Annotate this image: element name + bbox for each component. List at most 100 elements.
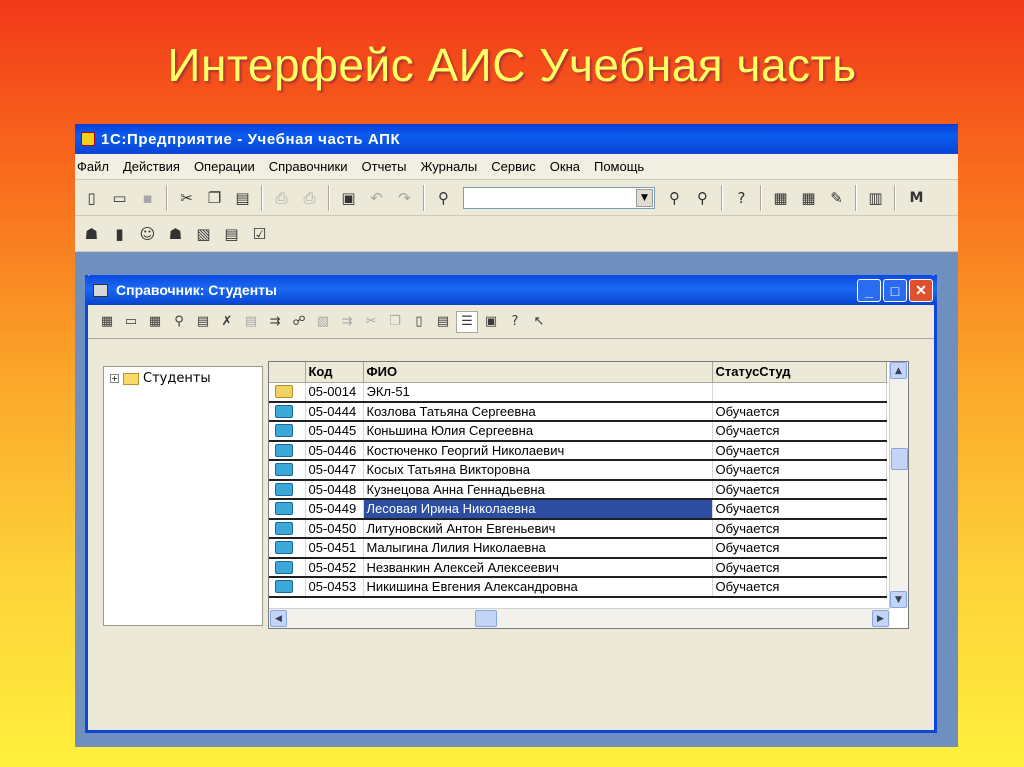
cell-code[interactable]: 05-0453 xyxy=(305,577,364,598)
context-help-icon[interactable]: ↖ xyxy=(528,311,550,333)
cell-fio[interactable]: Лесовая Ирина Николаевна xyxy=(363,499,713,520)
mark-icon[interactable]: ▤ xyxy=(240,311,262,333)
menu-service[interactable]: Сервис xyxy=(484,159,543,174)
scroll-up-button[interactable]: ▲ xyxy=(890,362,907,379)
print-preview-icon[interactable]: ⎙ xyxy=(297,185,322,210)
cell-status[interactable]: Обучается xyxy=(712,440,887,461)
new-item-icon[interactable]: ▦ xyxy=(96,311,118,333)
new-group-icon[interactable]: ▭ xyxy=(120,311,142,333)
teacher-icon[interactable]: ☗ xyxy=(163,221,188,246)
print-icon[interactable]: ⎙ xyxy=(269,185,294,210)
menu-file[interactable]: Файл xyxy=(75,159,116,174)
cell-code[interactable]: 05-0444 xyxy=(305,401,364,422)
redo-icon[interactable]: ↷ xyxy=(392,185,417,210)
search-icon[interactable]: ⚲ xyxy=(168,311,190,333)
horizontal-scroll-thumb[interactable] xyxy=(475,610,497,627)
cell-status[interactable]: Обучается xyxy=(712,518,887,539)
cell-fio[interactable]: Незванкин Алексей Алексеевич xyxy=(363,557,713,578)
table-row[interactable]: 05-0444 Козлова Татьяна Сергеевна Обучаетс… xyxy=(269,401,887,422)
find-prev-icon[interactable]: ⚲ xyxy=(690,185,715,210)
calculator-icon[interactable]: ▦ xyxy=(768,185,793,210)
paste-icon[interactable]: ▤ xyxy=(230,185,255,210)
menu-references[interactable]: Справочники xyxy=(262,159,355,174)
cell-fio[interactable]: Козлова Татьяна Сергеевна xyxy=(363,401,713,422)
cell-fio[interactable]: Малыгина Лилия Николаевна xyxy=(363,538,713,559)
table-row[interactable]: 05-0450 Литуновский Антон Евгеньевич Обуча… xyxy=(269,518,887,539)
filter-clear-icon[interactable]: ✂ xyxy=(360,311,382,333)
cell-fio[interactable]: Коньшина Юлия Сергеевна xyxy=(363,421,713,442)
properties-icon[interactable]: ▣ xyxy=(336,185,361,210)
horizontal-scrollbar[interactable]: ◀ ▶ xyxy=(269,608,890,628)
cell-code[interactable]: 05-0447 xyxy=(305,460,364,481)
edit-icon[interactable]: ✎ xyxy=(824,185,849,210)
cell-code[interactable]: 05-0448 xyxy=(305,479,364,500)
tree-view-icon[interactable]: ☰ xyxy=(456,310,478,333)
checkmark-icon[interactable]: ☑ xyxy=(247,221,272,246)
cell-code[interactable]: 05-0450 xyxy=(305,518,364,539)
calendar-icon[interactable]: ▦ xyxy=(796,185,821,210)
table-row[interactable]: 05-0453 Никишина Евгения Александровна Обу… xyxy=(269,577,887,598)
open-folder-icon[interactable]: ▭ xyxy=(107,185,132,210)
table-row[interactable]: 05-0452 Незванкин Алексей Алексеевич Обуча… xyxy=(269,557,887,578)
cell-fio[interactable]: Костюченко Георгий Николаевич xyxy=(363,440,713,461)
scroll-down-button[interactable]: ▼ xyxy=(890,591,907,608)
table-row[interactable]: 05-0446 Костюченко Георгий Николаевич Обуч… xyxy=(269,440,887,461)
menu-help[interactable]: Помощь xyxy=(587,159,651,174)
menu-windows[interactable]: Окна xyxy=(543,159,587,174)
cell-fio[interactable]: Кузнецова Анна Геннадьевна xyxy=(363,479,713,500)
undo-icon[interactable]: ↶ xyxy=(364,185,389,210)
col-status-header[interactable]: СтатусСтуд xyxy=(712,362,887,383)
col-code-header[interactable]: Код xyxy=(305,362,364,383)
settings-icon[interactable]: ▣ xyxy=(480,311,502,333)
schedule-icon[interactable]: ▧ xyxy=(191,221,216,246)
vertical-scrollbar[interactable]: ▲ ▼ xyxy=(889,362,908,608)
cell-code[interactable]: 05-0449 xyxy=(305,499,364,520)
cell-code[interactable]: 05-0446 xyxy=(305,440,364,461)
close-button[interactable]: ✕ xyxy=(909,279,933,302)
cell-fio[interactable]: Литуновский Антон Евгеньевич xyxy=(363,518,713,539)
table-row[interactable]: 05-0447 Косых Татьяна Викторовна Обучается xyxy=(269,460,887,481)
cell-status[interactable]: Обучается xyxy=(712,421,887,442)
cell-status[interactable]: Обучается xyxy=(712,460,887,481)
cell-code[interactable]: 05-0451 xyxy=(305,538,364,559)
table-row[interactable]: 05-0448 Кузнецова Анна Геннадьевна Обучает… xyxy=(269,479,887,500)
filter-icon[interactable]: ▧ xyxy=(312,311,334,333)
table-row[interactable]: 05-0449 Лесовая Ирина Николаевна Обучается xyxy=(269,499,887,520)
search-combobox[interactable]: ▼ xyxy=(463,186,655,209)
cell-status[interactable]: Обучается xyxy=(712,401,887,422)
smiley-icon[interactable]: ☺ xyxy=(135,221,160,246)
groups-icon[interactable]: ▮ xyxy=(107,221,132,246)
cell-status[interactable]: Обучается xyxy=(712,479,887,500)
cell-status[interactable]: Обучается xyxy=(712,538,887,559)
menu-reports[interactable]: Отчеты xyxy=(355,159,414,174)
delete-item-icon[interactable]: ✗ xyxy=(216,311,238,333)
table-row[interactable]: 05-0445 Коньшина Юлия Сергеевна Обучается xyxy=(269,421,887,442)
move-icon[interactable]: ⇉ xyxy=(264,311,286,333)
app-titlebar[interactable]: 1С:Предприятие - Учебная часть АПК xyxy=(75,124,958,154)
toolbar-overflow-label[interactable]: М xyxy=(904,185,929,210)
edit-item-icon[interactable]: ▤ xyxy=(192,311,214,333)
save-icon[interactable]: ▪ xyxy=(135,185,160,210)
cell-code[interactable]: 05-0445 xyxy=(305,421,364,442)
expand-icon[interactable]: + xyxy=(110,374,119,383)
minimize-button[interactable]: _ xyxy=(857,279,881,302)
menu-actions[interactable]: Действия xyxy=(116,159,187,174)
cell-fio[interactable]: ЭКл-51 xyxy=(363,382,713,403)
document-icon[interactable]: ▯ xyxy=(408,311,430,333)
table-icon[interactable]: ▤ xyxy=(219,221,244,246)
scroll-right-button[interactable]: ▶ xyxy=(872,610,889,627)
menu-journals[interactable]: Журналы xyxy=(413,159,484,174)
scroll-left-button[interactable]: ◀ xyxy=(270,610,287,627)
cell-code[interactable]: 05-0014 xyxy=(305,382,364,403)
table-row[interactable]: 05-0451 Малыгина Лилия Николаевна Обучаетс… xyxy=(269,538,887,559)
table-row[interactable]: 05-0014 ЭКл-51 xyxy=(269,382,887,403)
chevron-down-icon[interactable]: ▼ xyxy=(636,188,653,207)
tree-root[interactable]: + Студенты xyxy=(104,367,262,386)
copy-list-icon[interactable]: ❐ xyxy=(384,311,406,333)
hierarchy-icon[interactable]: ☍ xyxy=(288,311,310,333)
cell-status[interactable]: Обучается xyxy=(712,499,887,520)
cell-status[interactable]: Обучается xyxy=(712,557,887,578)
cell-status[interactable] xyxy=(712,382,887,403)
cell-fio[interactable]: Косых Татьяна Викторовна xyxy=(363,460,713,481)
students-window-titlebar[interactable]: Справочник: Студенты _ □ ✕ xyxy=(85,275,937,305)
